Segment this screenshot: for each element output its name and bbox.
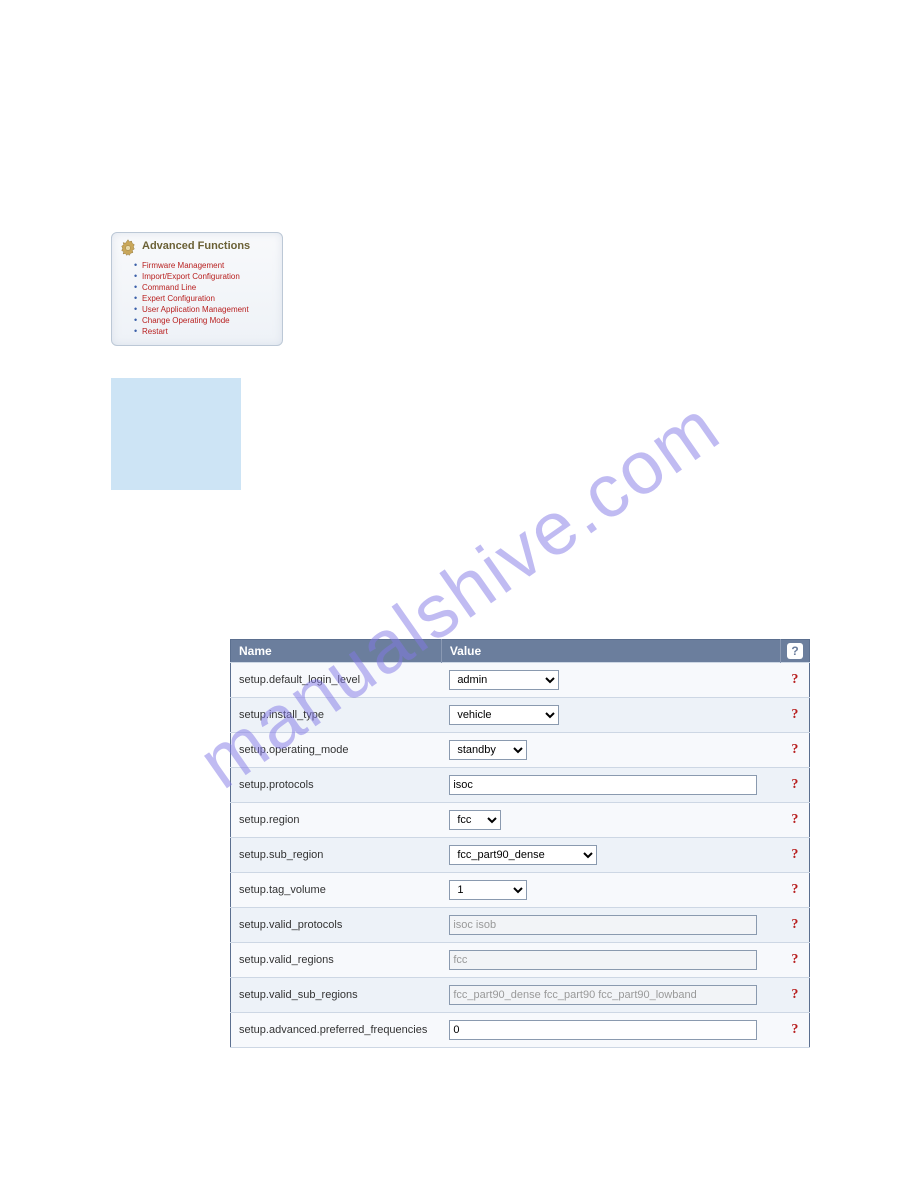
config-value-cell: admin <box>441 663 780 698</box>
table-row: setup.tag_volume 1? <box>231 873 810 908</box>
config-value-cell <box>441 908 780 943</box>
config-value-cell <box>441 768 780 803</box>
config-select[interactable]: fcc_part90_dense <box>449 845 597 865</box>
config-name: setup.region <box>231 803 442 838</box>
config-select[interactable]: admin <box>449 670 559 690</box>
config-select[interactable]: 1 <box>449 880 527 900</box>
config-table: Name Value ? setup.default_login_level ad… <box>230 639 810 1048</box>
config-name: setup.protocols <box>231 768 442 803</box>
row-help-button[interactable]: ? <box>781 698 810 733</box>
row-help-button[interactable]: ? <box>781 1013 810 1048</box>
row-help-button[interactable]: ? <box>781 733 810 768</box>
config-select[interactable]: vehicle <box>449 705 559 725</box>
help-icon: ? <box>787 643 803 659</box>
config-readonly <box>449 915 757 935</box>
row-help-button[interactable]: ? <box>781 663 810 698</box>
config-readonly <box>449 985 757 1005</box>
config-value-cell: standby <box>441 733 780 768</box>
advanced-functions-header: Advanced Functions <box>118 238 276 258</box>
config-name: setup.sub_region <box>231 838 442 873</box>
adv-item-import-export-config[interactable]: Import/Export Configuration <box>142 271 276 282</box>
config-value-cell <box>441 1013 780 1048</box>
config-table-body: setup.default_login_leveladmin?setup.ins… <box>231 663 810 1048</box>
advanced-functions-panel: Advanced Functions Firmware Management I… <box>111 232 283 346</box>
table-row: setup.valid_sub_regions? <box>231 978 810 1013</box>
col-header-value: Value <box>441 640 780 663</box>
row-help-button[interactable]: ? <box>781 943 810 978</box>
col-header-name: Name <box>231 640 442 663</box>
config-name: setup.install_type <box>231 698 442 733</box>
config-input[interactable] <box>449 775 757 795</box>
row-help-button[interactable]: ? <box>781 978 810 1013</box>
table-row: setup.operating_mode standby? <box>231 733 810 768</box>
config-value-cell: fcc_part90_dense <box>441 838 780 873</box>
row-help-button[interactable]: ? <box>781 873 810 908</box>
config-name: setup.valid_protocols <box>231 908 442 943</box>
gear-icon <box>118 238 138 258</box>
row-help-button[interactable]: ? <box>781 803 810 838</box>
adv-item-restart[interactable]: Restart <box>142 326 276 337</box>
blue-placeholder-block <box>111 378 241 490</box>
adv-item-firmware-management[interactable]: Firmware Management <box>142 260 276 271</box>
col-header-help[interactable]: ? <box>781 640 810 663</box>
table-row: setup.sub_region fcc_part90_dense? <box>231 838 810 873</box>
config-value-cell: vehicle <box>441 698 780 733</box>
config-select[interactable]: standby <box>449 740 527 760</box>
config-value-cell: fcc <box>441 803 780 838</box>
table-row: setup.valid_protocols? <box>231 908 810 943</box>
table-row: setup.advanced.preferred_frequencies? <box>231 1013 810 1048</box>
table-row: setup.valid_regions? <box>231 943 810 978</box>
row-help-button[interactable]: ? <box>781 768 810 803</box>
config-name: setup.tag_volume <box>231 873 442 908</box>
config-value-cell <box>441 943 780 978</box>
config-name: setup.valid_regions <box>231 943 442 978</box>
config-value-cell: 1 <box>441 873 780 908</box>
table-row: setup.install_type vehicle? <box>231 698 810 733</box>
config-select[interactable]: fcc <box>449 810 501 830</box>
config-name: setup.advanced.preferred_frequencies <box>231 1013 442 1048</box>
table-row: setup.default_login_level admin? <box>231 663 810 698</box>
config-name: setup.operating_mode <box>231 733 442 768</box>
config-name: setup.default_login_level <box>231 663 442 698</box>
adv-item-user-application-management[interactable]: User Application Management <box>142 304 276 315</box>
advanced-functions-title: Advanced Functions <box>142 238 250 252</box>
advanced-functions-list: Firmware Management Import/Export Config… <box>118 260 276 337</box>
row-help-button[interactable]: ? <box>781 838 810 873</box>
config-name: setup.valid_sub_regions <box>231 978 442 1013</box>
adv-item-change-operating-mode[interactable]: Change Operating Mode <box>142 315 276 326</box>
adv-item-expert-configuration[interactable]: Expert Configuration <box>142 293 276 304</box>
config-value-cell <box>441 978 780 1013</box>
config-readonly <box>449 950 757 970</box>
adv-item-command-line[interactable]: Command Line <box>142 282 276 293</box>
table-row: setup.region fcc? <box>231 803 810 838</box>
config-input[interactable] <box>449 1020 757 1040</box>
row-help-button[interactable]: ? <box>781 908 810 943</box>
table-row: setup.protocols? <box>231 768 810 803</box>
